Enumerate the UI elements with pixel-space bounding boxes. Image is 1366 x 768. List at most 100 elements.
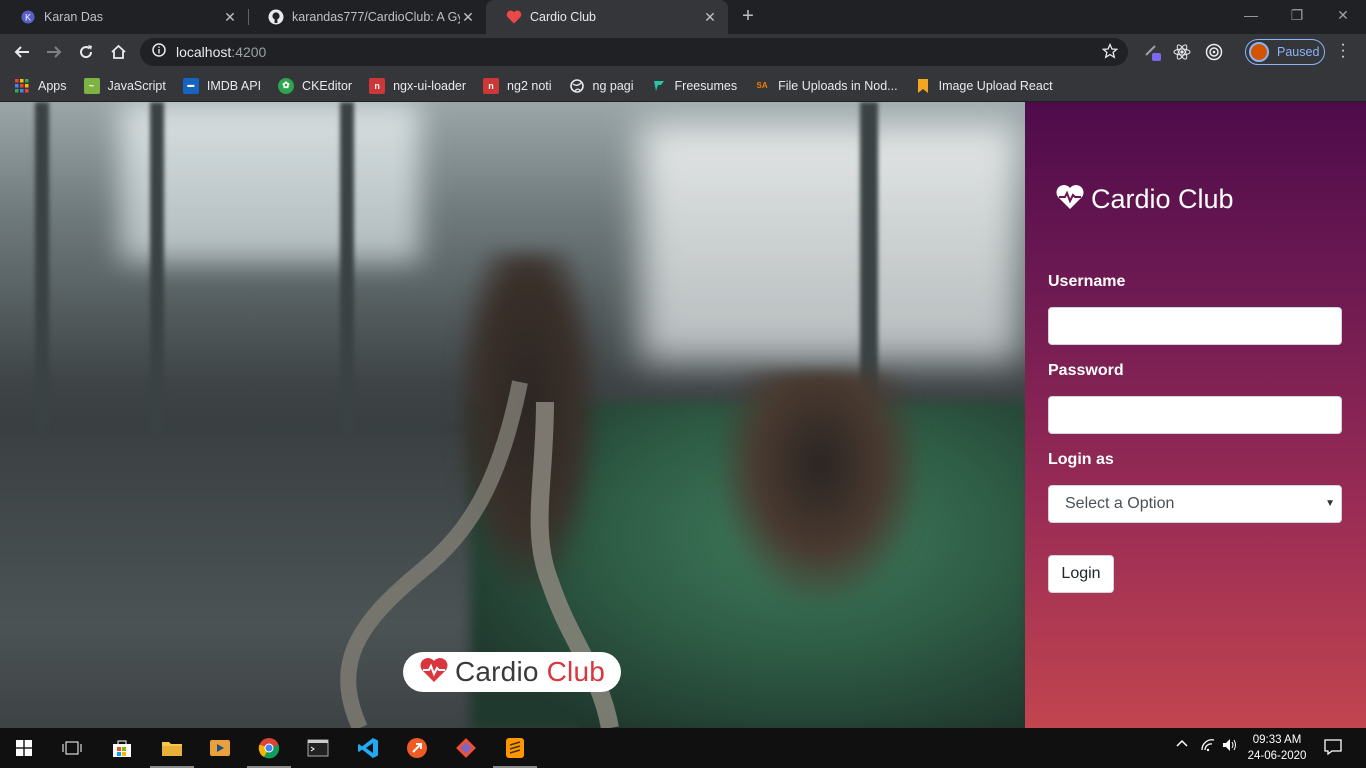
show-hidden-icons-icon[interactable] (1176, 738, 1188, 753)
ckeditor-icon: ✿ (278, 77, 295, 94)
bookmark-label: File Uploads in Nod... (778, 78, 898, 93)
login-as-label: Login as (1048, 451, 1114, 468)
react-devtools-icon[interactable] (1172, 42, 1192, 62)
git-icon[interactable] (442, 728, 490, 768)
chevron-down-icon: ▼ (1325, 498, 1335, 509)
sa-icon: SA (756, 81, 768, 90)
svg-text:K: K (25, 13, 31, 23)
clock-time: 09:33 AM (1252, 734, 1302, 746)
hero-badge-word2: Club (546, 656, 606, 687)
browser-toolbar: localhost:4200 Paused · · · (0, 34, 1366, 70)
action-center-icon[interactable] (1324, 739, 1342, 758)
profile-button[interactable]: Paused (1245, 39, 1325, 65)
heart-pulse-icon (1055, 184, 1085, 215)
new-tab-icon[interactable]: + (738, 6, 758, 26)
back-icon[interactable] (10, 40, 34, 64)
bookmark-javascript[interactable]: ~ JavaScript (83, 77, 166, 94)
tab-title: Cardio Club (530, 10, 597, 24)
npm-icon: n (369, 77, 386, 94)
bookmark-label: IMDB API (206, 78, 262, 93)
bookmark-star-icon[interactable] (1101, 42, 1119, 64)
browser-tab-strip: K Karan Das ✕ karandas777/CardioClub: A … (0, 0, 1366, 34)
bookmark-label: ngx-ui-loader (393, 78, 467, 93)
hero-badge-text: Cardio Club (455, 656, 605, 688)
url-host: localhost (176, 44, 232, 60)
login-panel: Cardio Club Username Password Login as S… (1025, 102, 1366, 728)
volume-icon[interactable] (1222, 738, 1238, 755)
bookmark-imdb-api[interactable]: ▬ IMDB API (182, 77, 262, 94)
bookmark-apps[interactable]: Apps (14, 78, 67, 94)
taskbar-clock[interactable]: 09:33 AM 24-06-2020 (1240, 732, 1314, 764)
url-text: localhost:4200 (176, 44, 266, 60)
bookmark-label: ng pagi (592, 78, 634, 93)
bookmark-freesumes[interactable]: Freesumes (651, 78, 737, 94)
minimize-icon[interactable]: — (1228, 5, 1274, 27)
close-window-icon[interactable]: ✕ (1320, 5, 1366, 27)
freesumes-icon (651, 78, 667, 94)
bookmark-label: Image Upload React (938, 78, 1053, 93)
windows-start-icon[interactable] (0, 728, 48, 768)
username-label: Username (1048, 273, 1126, 290)
file-explorer-icon[interactable] (148, 728, 196, 768)
password-input[interactable] (1048, 396, 1342, 434)
globe-icon (569, 78, 585, 94)
bookmark-ngx-ui-loader[interactable]: n ngx-ui-loader (369, 77, 467, 94)
username-input[interactable] (1048, 307, 1342, 345)
site-info-icon[interactable] (152, 42, 166, 62)
bookmark-image-upload-react[interactable]: Image Upload React (915, 78, 1053, 94)
battle-rope-graphic (340, 380, 619, 728)
url-port: :4200 (231, 44, 267, 60)
chrome-menu-icon[interactable]: · · · (1337, 37, 1349, 65)
bookmark-ng-pagi[interactable]: ng pagi (569, 78, 634, 94)
extension-pen-icon[interactable] (1143, 42, 1163, 62)
heart-pulse-icon (419, 657, 449, 688)
vscode-icon[interactable] (344, 728, 392, 768)
tab-close-icon[interactable]: ✕ (460, 9, 476, 26)
microsoft-store-icon[interactable] (98, 728, 146, 768)
bookmark-label: CKEditor (302, 78, 353, 93)
sublime-text-icon[interactable] (491, 728, 539, 768)
tab-favicon-icon: K (20, 9, 36, 25)
github-icon (268, 9, 284, 25)
bookmark-icon (915, 78, 931, 94)
npm-icon: n (483, 77, 500, 94)
hero-brand-badge: Cardio Club (403, 652, 621, 692)
terminal-icon[interactable] (294, 728, 342, 768)
bookmark-label: ng2 noti (507, 78, 552, 93)
brand-logo: Cardio Club (1055, 184, 1234, 215)
target-extension-icon[interactable] (1204, 42, 1224, 62)
postman-icon[interactable] (393, 728, 441, 768)
bookmark-file-uploads[interactable]: SA File Uploads in Nod... (754, 78, 898, 94)
avatar (1249, 42, 1269, 62)
apps-grid-icon (14, 78, 30, 94)
bookmark-ng2-noti[interactable]: n ng2 noti (483, 77, 552, 94)
login-as-select[interactable]: Select a Option ▼ (1048, 485, 1342, 523)
reload-icon[interactable] (74, 40, 98, 64)
media-player-icon[interactable] (196, 728, 244, 768)
select-value: Select a Option (1065, 495, 1175, 512)
clock-date: 24-06-2020 (1247, 750, 1307, 762)
login-button[interactable]: Login (1048, 555, 1114, 593)
tab-close-icon[interactable]: ✕ (702, 9, 718, 26)
tab-title: Karan Das (44, 10, 104, 24)
tab-cardio-club[interactable]: Cardio Club ✕ (486, 0, 728, 34)
chrome-icon[interactable] (245, 728, 293, 768)
password-label: Password (1048, 362, 1124, 379)
hero-background-photo: Cardio Club (0, 102, 1025, 728)
tab-close-icon[interactable]: ✕ (222, 9, 238, 26)
brand-title: Cardio Club (1091, 184, 1234, 214)
forward-icon[interactable] (42, 40, 66, 64)
bookmark-ckeditor[interactable]: ✿ CKEditor (278, 77, 353, 94)
page-viewport: Cardio Club Cardio Club Username Passwor… (0, 102, 1366, 728)
tab-karan-das[interactable]: K Karan Das ✕ (0, 0, 248, 34)
bookmark-label: JavaScript (107, 78, 166, 93)
task-view-icon[interactable] (48, 728, 96, 768)
tab-github-cardioclub[interactable]: karandas777/CardioClub: A Gym ✕ (248, 0, 486, 34)
wifi-icon[interactable] (1200, 738, 1216, 755)
bookmark-label: Apps (38, 78, 67, 93)
restore-icon[interactable]: ❐ (1274, 5, 1320, 27)
windows-taskbar: 09:33 AM 24-06-2020 (0, 728, 1366, 768)
bookmarks-bar: Apps ~ JavaScript ▬ IMDB API ✿ CKEditor … (0, 70, 1366, 102)
address-bar[interactable]: localhost:4200 (140, 38, 1128, 66)
home-icon[interactable] (106, 40, 130, 64)
